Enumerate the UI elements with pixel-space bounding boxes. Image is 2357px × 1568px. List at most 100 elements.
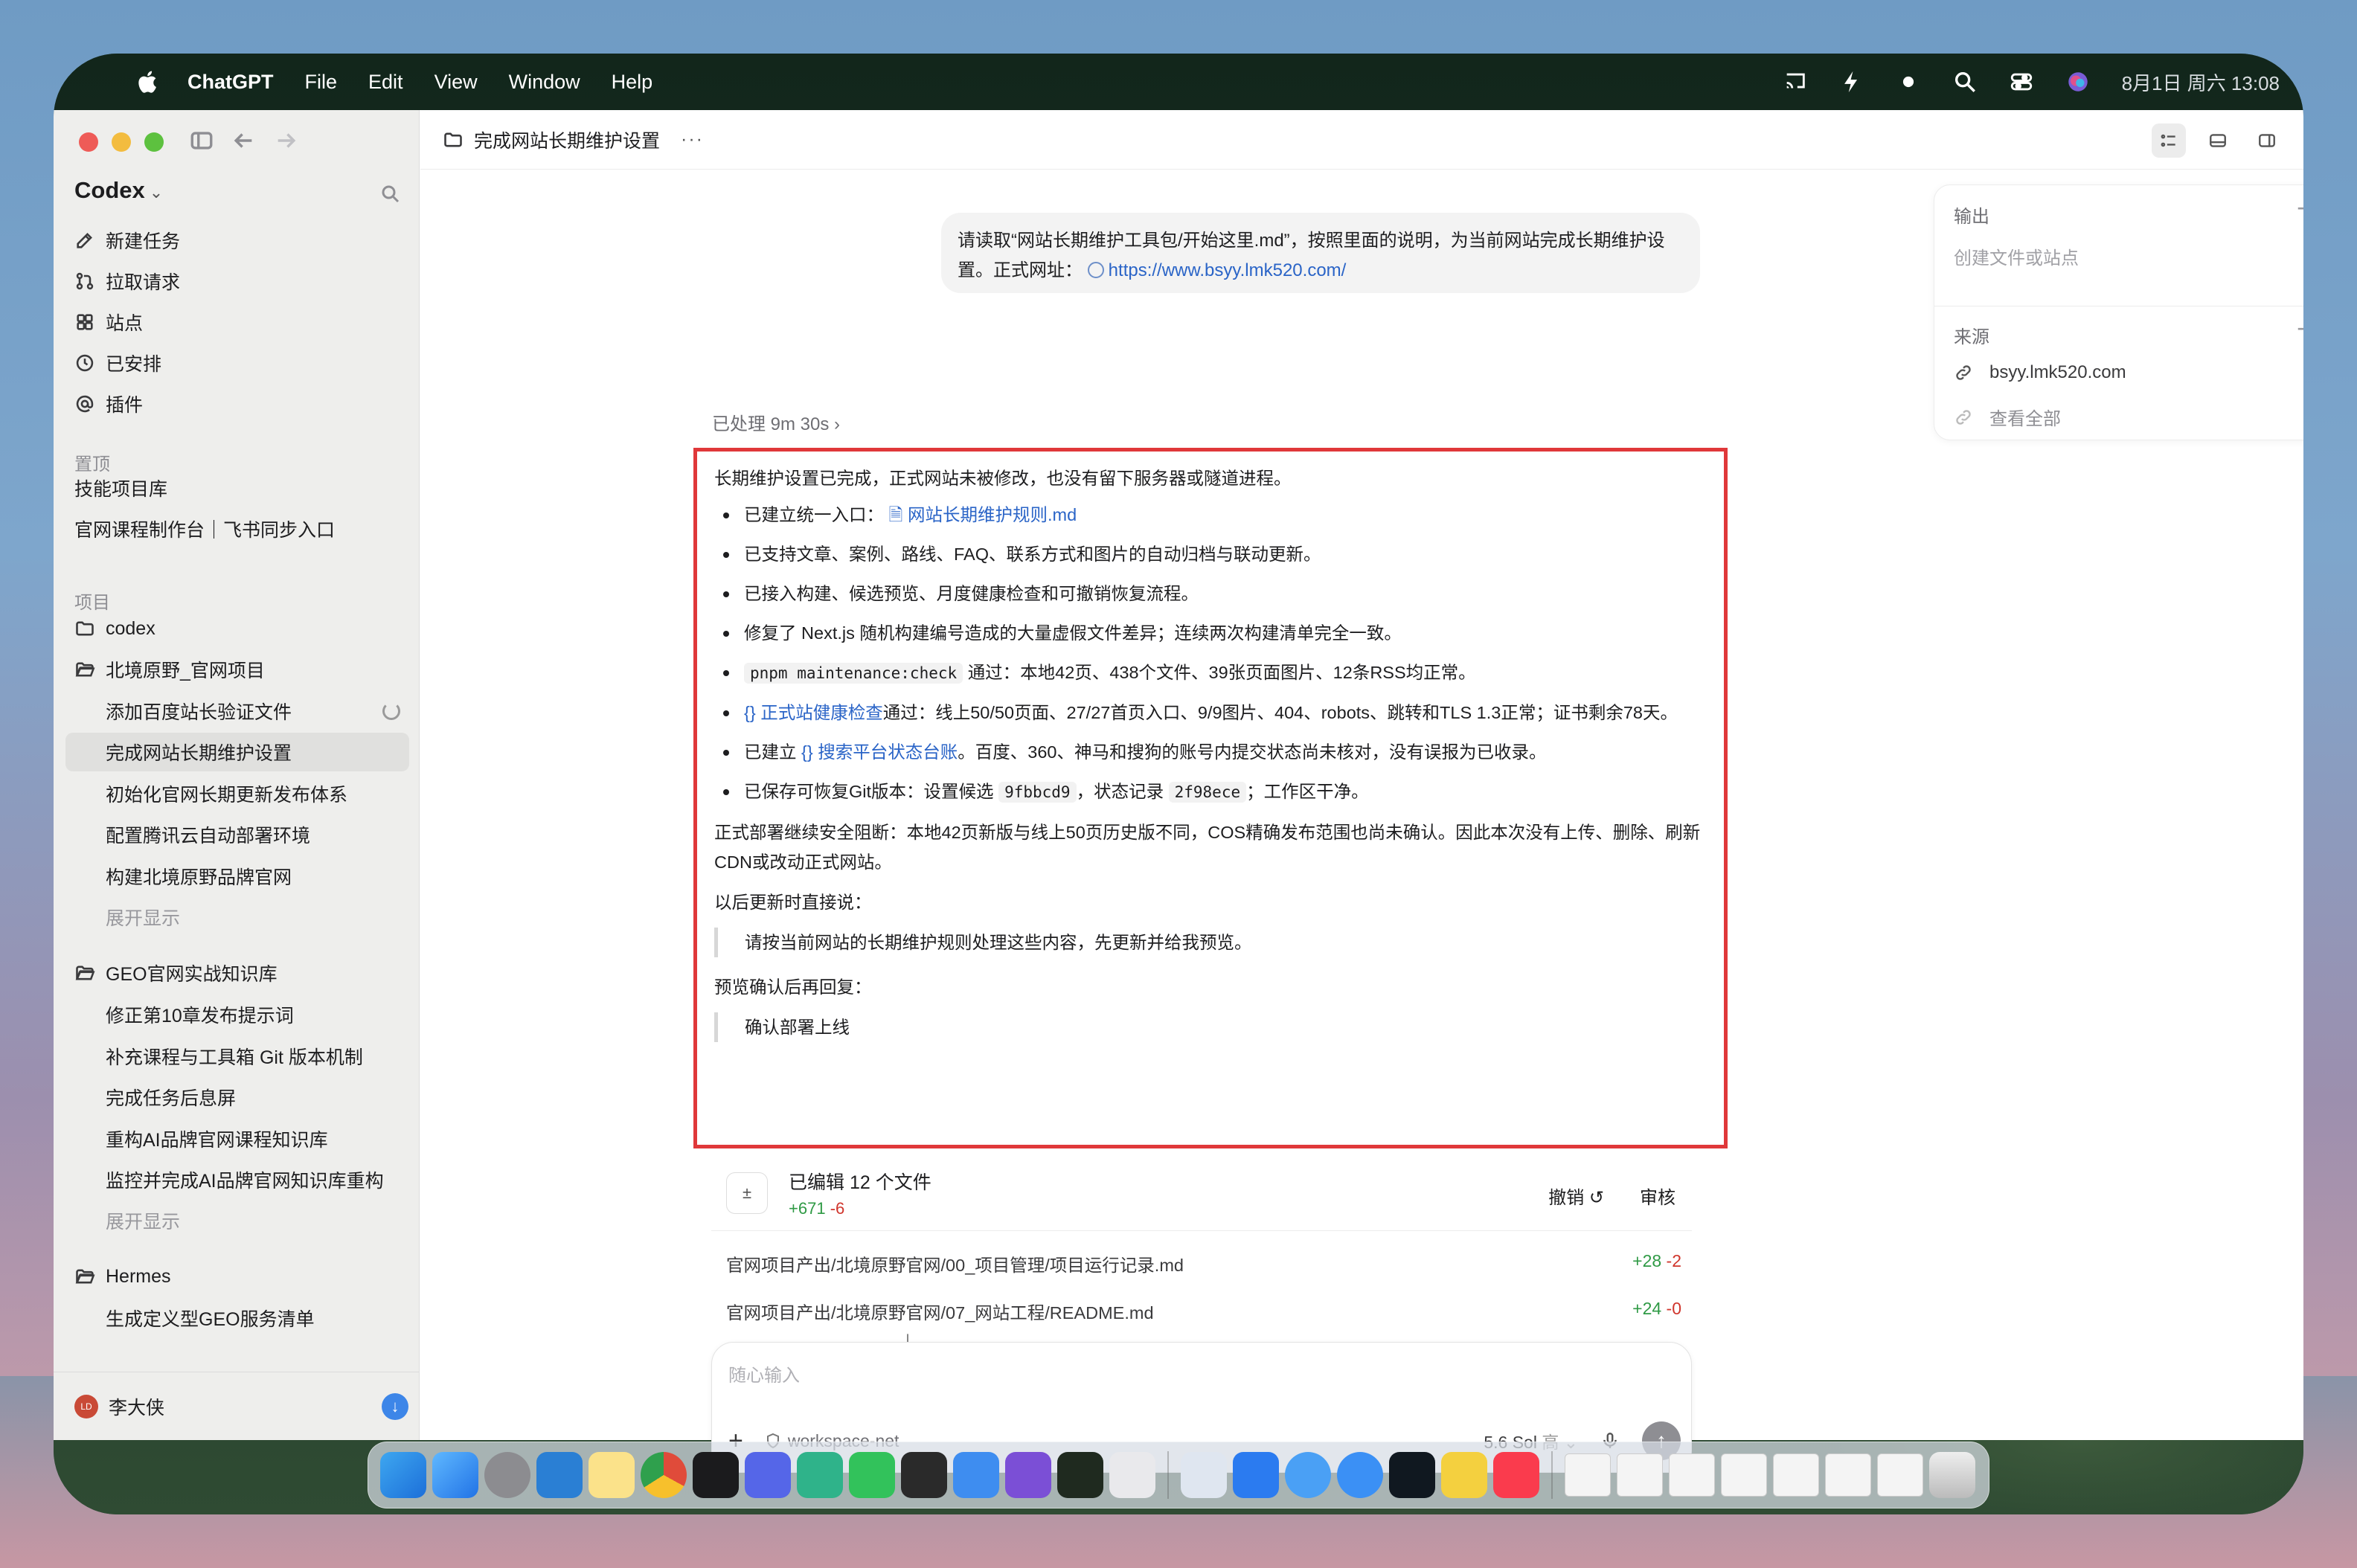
bolt-icon[interactable] (1839, 69, 1864, 94)
cube-app-icon[interactable] (901, 1452, 947, 1498)
pinned-item[interactable]: 官网课程制作台｜飞书同步入口 (74, 510, 409, 548)
task-item[interactable]: 配置腾讯云自动部署环境 (74, 815, 409, 854)
task-item[interactable]: 初始化官网长期更新发布体系 (74, 774, 409, 813)
vscode-icon[interactable] (536, 1452, 583, 1498)
project-beijing[interactable]: 北境原野_官网项目 (74, 650, 409, 689)
review-button[interactable]: 审核 (1632, 1178, 1683, 1213)
obsidian-icon[interactable] (1005, 1452, 1051, 1498)
add-output-icon[interactable]: + (2297, 193, 2303, 224)
menu-file[interactable]: File (305, 71, 338, 94)
menu-edit[interactable]: Edit (368, 71, 403, 94)
expand-more-link[interactable]: 展开显示 (74, 898, 409, 936)
sidebar-toggle-icon[interactable] (189, 128, 214, 153)
trash-icon[interactable] (1929, 1452, 1975, 1498)
task-item[interactable]: 修正第10章发布提示词 (74, 995, 409, 1034)
browser-icon[interactable] (1285, 1452, 1331, 1498)
view-all-sources[interactable]: 查看全部 (1954, 404, 2061, 430)
thread-title[interactable]: 完成网站长期维护设置 (474, 126, 660, 153)
minimized-window-thumbnail[interactable] (1565, 1453, 1611, 1497)
task-item[interactable]: 补充课程与工具箱 Git 版本机制 (74, 1037, 409, 1076)
feishu-icon[interactable] (953, 1452, 999, 1498)
app-icon[interactable] (1441, 1452, 1487, 1498)
prompt-link[interactable]: https://www.bsyy.lmk520.com/ (1109, 260, 1347, 280)
project-codex[interactable]: codex (74, 609, 409, 648)
status-ledger-link[interactable]: 搜索平台状态台账 (818, 742, 958, 762)
terminal-panel-toggle[interactable] (2201, 123, 2235, 158)
message-input[interactable]: 随心输入 (728, 1360, 800, 1387)
control-center-icon[interactable] (2009, 69, 2034, 94)
workspace-switcher[interactable]: Codex ⌄ (74, 177, 163, 204)
minimized-window-thumbnail[interactable] (1825, 1453, 1871, 1497)
file-link[interactable]: 网站长期维护规则.md (908, 505, 1077, 524)
minimized-window-thumbnail[interactable] (1617, 1453, 1663, 1497)
task-item[interactable]: 生成定义型GEO服务清单 (74, 1299, 409, 1337)
discord-icon[interactable] (745, 1452, 791, 1498)
side-panel-toggle[interactable] (2250, 123, 2284, 158)
more-options-icon[interactable]: ··· (681, 129, 704, 150)
download-icon[interactable]: ↓ (382, 1392, 408, 1420)
expand-more-link[interactable]: 展开显示 (74, 1201, 409, 1240)
minimized-window-thumbnail[interactable] (1721, 1453, 1767, 1497)
nav-plugins[interactable]: 插件 (74, 384, 409, 424)
clock[interactable]: 8月1日 周六 13:08 (2122, 68, 2280, 96)
mail-icon[interactable] (432, 1452, 478, 1498)
back-arrow-icon[interactable] (231, 128, 256, 153)
menu-window[interactable]: Window (509, 71, 580, 94)
safari-icon[interactable] (1337, 1452, 1383, 1498)
record-dot-icon[interactable] (1896, 69, 1921, 94)
nav-scheduled[interactable]: 已安排 (74, 343, 409, 383)
minimized-window-thumbnail[interactable] (1877, 1453, 1923, 1497)
pinned-item[interactable]: 技能项目库 (74, 469, 409, 507)
minimize-button[interactable] (112, 132, 131, 152)
source-item[interactable]: bsyy.lmk520.com (1954, 362, 2126, 383)
chrome-icon[interactable] (641, 1452, 687, 1498)
list-view-toggle[interactable] (2152, 123, 2186, 158)
task-item[interactable]: 监控并完成AI品牌官网知识库重构 (74, 1160, 409, 1199)
file-diffstat: +24 -0 (1632, 1299, 1681, 1324)
task-item[interactable]: 完成任务后息屏 (74, 1078, 409, 1116)
processed-toggle[interactable]: 已处理 9m 30s › (712, 409, 840, 435)
folder-icon (76, 621, 94, 636)
cast-icon[interactable] (1783, 69, 1808, 94)
close-button[interactable] (79, 132, 98, 152)
menu-app[interactable]: ChatGPT (187, 71, 274, 94)
notes-icon[interactable] (589, 1452, 635, 1498)
minimized-window-thumbnail[interactable] (1773, 1453, 1819, 1497)
siri-icon[interactable] (2065, 69, 2091, 94)
nav-pull-requests[interactable]: 拉取请求 (74, 261, 409, 301)
terminal-icon[interactable] (693, 1452, 739, 1498)
add-source-icon[interactable]: + (2297, 313, 2303, 344)
search-icon[interactable] (1952, 69, 1978, 94)
app-icon[interactable] (797, 1452, 843, 1498)
undo-button[interactable]: 撤销 ↺ (1541, 1178, 1612, 1213)
project-geo[interactable]: GEO官网实战知识库 (74, 954, 409, 992)
code-braces-icon: {} (744, 703, 756, 722)
task-item-active[interactable]: 完成网站长期维护设置 (65, 733, 409, 771)
search-icon[interactable] (379, 183, 402, 205)
menu-view[interactable]: View (434, 71, 478, 94)
health-check-link[interactable]: 正式站健康检查 (760, 703, 883, 722)
minimized-window-thumbnail[interactable] (1669, 1453, 1715, 1497)
app-icon[interactable] (1389, 1452, 1435, 1498)
user-profile[interactable]: LD 李大侠 ↓ (54, 1372, 419, 1440)
iphone-mirroring-icon[interactable] (1109, 1452, 1155, 1498)
music-icon[interactable] (1493, 1452, 1539, 1498)
project-hermes[interactable]: Hermes (74, 1257, 409, 1296)
system-settings-icon[interactable] (484, 1452, 530, 1498)
file-row[interactable]: 官网项目产出/北境原野官网/07_网站工程/README.md +24 -0 (726, 1299, 1681, 1324)
forward-arrow-icon[interactable] (274, 128, 299, 153)
apple-icon[interactable] (135, 69, 158, 94)
menu-help[interactable]: Help (612, 71, 653, 94)
file-row[interactable]: 官网项目产出/北境原野官网/00_项目管理/项目运行记录.md +28 -2 (726, 1251, 1681, 1276)
nav-sites[interactable]: 站点 (74, 302, 409, 342)
task-item[interactable]: 添加百度站长验证文件 (74, 692, 409, 730)
screenshot-icon[interactable] (1181, 1452, 1227, 1498)
wechat-icon[interactable] (849, 1452, 895, 1498)
finder-icon[interactable] (380, 1452, 426, 1498)
task-item[interactable]: 构建北境原野品牌官网 (74, 857, 409, 896)
task-item[interactable]: 重构AI品牌官网课程知识库 (74, 1119, 409, 1158)
nav-new-task[interactable]: 新建任务 (74, 220, 409, 260)
app-icon[interactable] (1233, 1452, 1279, 1498)
zoom-button[interactable] (144, 132, 164, 152)
activity-monitor-icon[interactable] (1057, 1452, 1103, 1498)
